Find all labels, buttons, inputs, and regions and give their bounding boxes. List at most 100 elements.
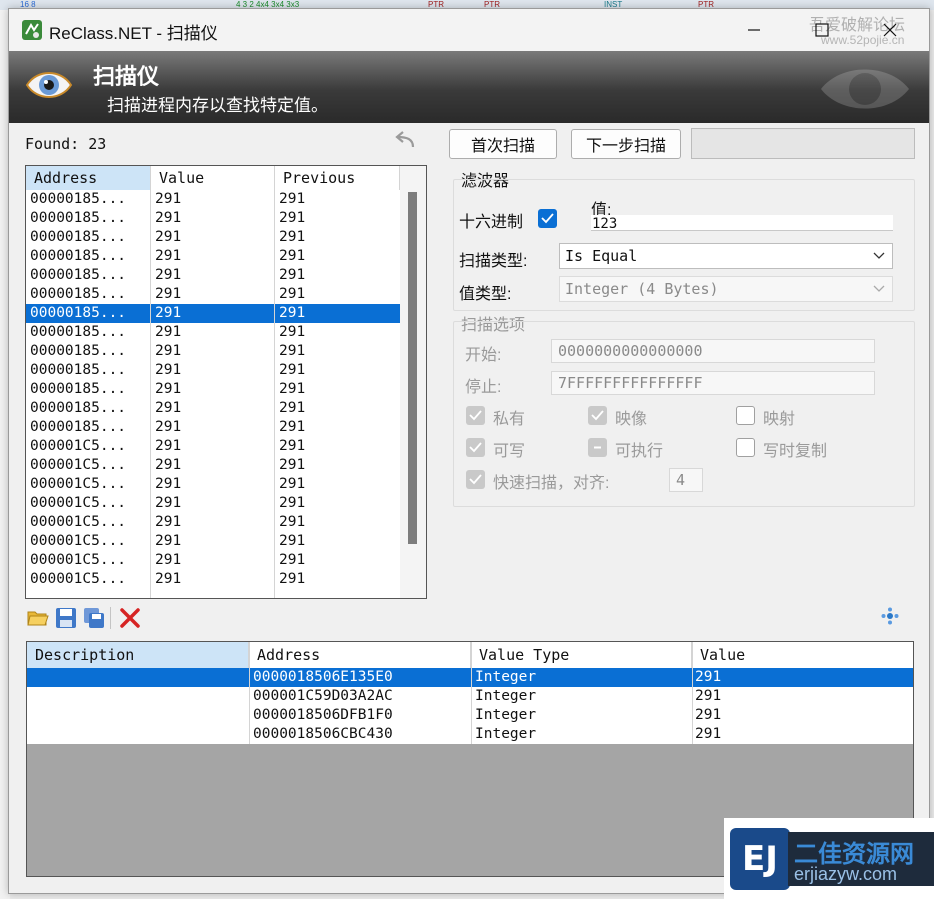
maximize-icon [815, 23, 829, 37]
mapped-checkbox[interactable] [736, 406, 755, 425]
result-value: 291 [155, 191, 182, 207]
address-list-rows: 0000018506E135E0 Integer 291 000001C59D03A2… [27, 668, 913, 744]
result-row[interactable]: 00000185... 291 291 [26, 304, 400, 323]
column-header-address[interactable]: Address [26, 166, 151, 190]
stop-label: 停止: [465, 379, 502, 396]
badge-url: erjiazyw.com [794, 864, 898, 884]
delete-icon[interactable] [119, 607, 141, 629]
checkmark-icon [541, 213, 554, 224]
image-checkbox[interactable] [588, 406, 607, 425]
save-icon[interactable] [55, 607, 77, 629]
address-value-type: Integer [475, 669, 537, 685]
result-value: 291 [155, 495, 182, 511]
result-row[interactable]: 00000185... 291 291 [26, 418, 400, 437]
checkmark-icon [469, 410, 482, 421]
toolbar-separator [110, 607, 111, 629]
open-folder-icon[interactable] [27, 607, 49, 629]
result-row[interactable]: 00000185... 291 291 [26, 361, 400, 380]
undo-icon[interactable] [395, 129, 417, 149]
hex-checkbox[interactable] [538, 209, 557, 228]
minimize-icon [748, 29, 760, 31]
result-row[interactable]: 00000185... 291 291 [26, 323, 400, 342]
column-header-value-type[interactable]: Value Type [471, 642, 692, 668]
result-value: 291 [155, 210, 182, 226]
column-header-value[interactable]: Value [151, 166, 275, 190]
column-divider [692, 642, 693, 744]
value-input[interactable]: 123 [591, 215, 893, 231]
alignment-input[interactable]: 4 [669, 468, 703, 492]
result-previous: 291 [279, 533, 306, 549]
result-previous: 291 [279, 343, 306, 359]
result-row[interactable]: 00000185... 291 291 [26, 399, 400, 418]
settings-icon[interactable] [881, 607, 899, 625]
result-row[interactable]: 000001C5... 291 291 [26, 513, 400, 532]
result-previous: 291 [279, 419, 306, 435]
result-address: 000001C5... [30, 533, 127, 549]
value-type-label: 值类型: [459, 286, 512, 303]
first-scan-button[interactable]: 首次扫描 [449, 129, 557, 159]
next-scan-button[interactable]: 下一步扫描 [571, 129, 681, 159]
writable-checkbox[interactable] [466, 438, 485, 457]
column-header-address[interactable]: Address [249, 642, 471, 668]
minimize-button[interactable] [737, 17, 771, 43]
result-address: 00000185... [30, 248, 127, 264]
result-previous: 291 [279, 305, 306, 321]
result-previous: 291 [279, 362, 306, 378]
address-row[interactable]: 0000018506CBC430 Integer 291 [27, 725, 913, 744]
copy-on-write-checkbox[interactable] [736, 438, 755, 457]
column-header-value[interactable]: Value [692, 642, 913, 668]
private-checkbox[interactable] [466, 406, 485, 425]
result-address: 00000185... [30, 381, 127, 397]
address-row[interactable]: 0000018506DFB1F0 Integer 291 [27, 706, 913, 725]
column-header-previous[interactable]: Previous [275, 166, 400, 190]
result-row[interactable]: 00000185... 291 291 [26, 209, 400, 228]
scan-type-select[interactable]: Is Equal [559, 243, 893, 269]
result-row[interactable]: 000001C5... 291 291 [26, 475, 400, 494]
result-row[interactable]: 00000185... 291 291 [26, 247, 400, 266]
result-address: 00000185... [30, 191, 127, 207]
scan-results-list[interactable]: Address Value Previous 00000185... 291 291… [25, 165, 427, 599]
maximize-button[interactable] [805, 17, 839, 43]
address-value-type: Integer [475, 726, 537, 742]
column-divider [471, 642, 472, 744]
result-value: 291 [155, 229, 182, 245]
result-address: 000001C5... [30, 571, 127, 587]
address-value-type: Integer [475, 688, 537, 704]
results-scrollbar[interactable] [400, 166, 426, 598]
result-row[interactable]: 000001C5... 291 291 [26, 532, 400, 551]
save-as-icon[interactable] [83, 607, 105, 629]
address-row[interactable]: 0000018506E135E0 Integer 291 [27, 668, 913, 687]
checkmark-icon [469, 442, 482, 453]
result-row[interactable]: 00000185... 291 291 [26, 266, 400, 285]
result-value: 291 [155, 438, 182, 454]
column-divider [274, 166, 275, 598]
value-type-select[interactable]: Integer (4 Bytes) [559, 276, 893, 302]
result-row[interactable]: 000001C5... 291 291 [26, 551, 400, 570]
start-address-input[interactable]: 0000000000000000 [551, 339, 875, 363]
column-header-description[interactable]: Description [27, 642, 249, 668]
address-value: 0000018506DFB1F0 [253, 707, 393, 723]
address-row[interactable]: 000001C59D03A2AC Integer 291 [27, 687, 913, 706]
result-row[interactable]: 00000185... 291 291 [26, 342, 400, 361]
address-current-value: 291 [695, 726, 722, 742]
result-row[interactable]: 000001C5... 291 291 [26, 456, 400, 475]
result-row[interactable]: 00000185... 291 291 [26, 190, 400, 209]
result-value: 291 [155, 267, 182, 283]
results-scrollbar-thumb[interactable] [408, 192, 417, 544]
executable-checkbox[interactable] [588, 438, 607, 457]
reclass-app-icon [22, 20, 42, 40]
address-value: 0000018506E135E0 [253, 669, 393, 685]
close-button[interactable] [873, 17, 907, 43]
result-row[interactable]: 000001C5... 291 291 [26, 570, 400, 589]
result-previous: 291 [279, 286, 306, 302]
result-row[interactable]: 000001C5... 291 291 [26, 437, 400, 456]
header-banner: 扫描仪 扫描进程内存以查找特定值。 [9, 51, 929, 123]
fast-scan-checkbox[interactable] [466, 470, 485, 489]
result-row[interactable]: 00000185... 291 291 [26, 380, 400, 399]
result-row[interactable]: 00000185... 291 291 [26, 228, 400, 247]
window-title: ReClass.NET - 扫描仪 [49, 24, 218, 43]
result-row[interactable]: 000001C5... 291 291 [26, 494, 400, 513]
stop-address-input[interactable]: 7FFFFFFFFFFFFFFF [551, 371, 875, 395]
result-value: 291 [155, 571, 182, 587]
result-row[interactable]: 00000185... 291 291 [26, 285, 400, 304]
